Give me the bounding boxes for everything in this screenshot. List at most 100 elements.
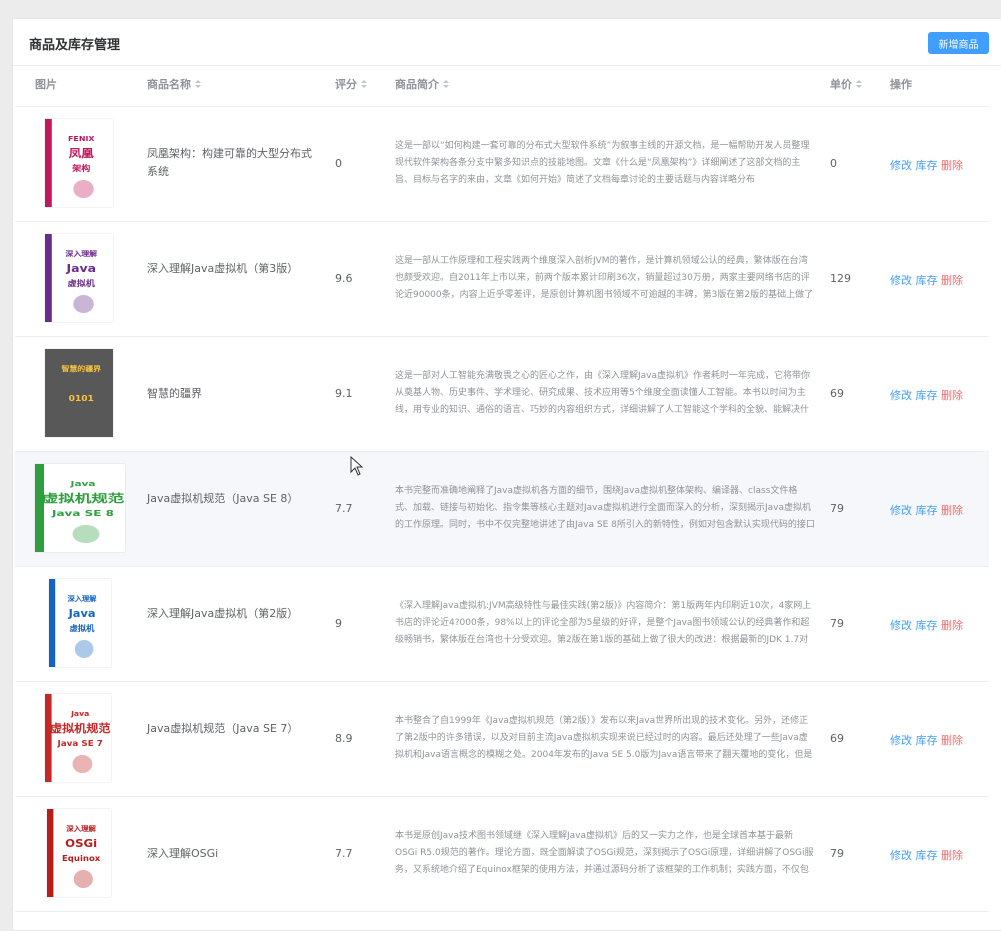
- column-header-image: 图片: [35, 78, 57, 91]
- delete-link[interactable]: 删除: [941, 389, 963, 402]
- table-row: Java 虚拟机规范 Java SE 8 Java虚拟机规范（Java SE 8） 7.…: [15, 452, 989, 567]
- book-cover-image: 深入理解 OSGi Equinox: [47, 809, 111, 897]
- table-row: 智慧的疆界 0101 智慧的疆界 9.1 这是一部对人工智能充满敬畏之心的匠心之作，由《…: [15, 337, 989, 452]
- cover-text: 虚拟机: [68, 278, 96, 289]
- column-header-ops: 操作: [890, 78, 912, 91]
- sort-icon[interactable]: [361, 80, 368, 90]
- cover-text: Java: [69, 481, 95, 489]
- row-actions: 修改 库存 删除: [890, 157, 963, 173]
- product-name: 凤凰架构：构建可靠的大型分布式系统: [147, 147, 312, 178]
- stock-link[interactable]: 库存: [916, 389, 938, 402]
- table-header: 图片 商品名称 评分 商品简介 单价 操作: [15, 63, 989, 107]
- delete-link[interactable]: 删除: [941, 734, 963, 747]
- stock-link[interactable]: 库存: [916, 849, 938, 862]
- cover-text: 智慧的疆界: [61, 364, 101, 373]
- stock-link[interactable]: 库存: [916, 159, 938, 172]
- book-cover-image: 深入理解 Java 虚拟机: [49, 579, 111, 667]
- product-description: 这是一部从工作原理和工程实践两个维度深入剖析JVM的著作，是计算机领域公认的经典…: [395, 256, 814, 300]
- product-description: 本书是原创Java技术图书领域继《深入理解Java虚拟机》后的又一实力之作，也是…: [395, 831, 814, 875]
- product-score: 9.6: [335, 272, 353, 285]
- product-price: 79: [830, 502, 844, 515]
- stock-link[interactable]: 库存: [916, 274, 938, 287]
- stock-link[interactable]: 库存: [916, 619, 938, 632]
- cover-text: 0101: [69, 394, 94, 403]
- edit-link[interactable]: 修改: [890, 389, 912, 402]
- sort-icon[interactable]: [443, 80, 450, 90]
- column-header-price-label: 单价: [830, 78, 852, 91]
- book-cover-image: Java 虚拟机规范 Java SE 8: [35, 464, 125, 552]
- delete-link[interactable]: 删除: [941, 504, 963, 517]
- row-actions: 修改 库存 删除: [890, 617, 963, 633]
- product-description: 《深入理解Java虚拟机:JVM高级特性与最佳实践(第2版)》内容简介：第1版两…: [395, 601, 812, 645]
- delete-link[interactable]: 删除: [941, 619, 963, 632]
- product-name: 深入理解Java虚拟机（第3版）: [147, 262, 299, 275]
- edit-link[interactable]: 修改: [890, 504, 912, 517]
- column-header-price[interactable]: 单价: [830, 76, 863, 92]
- sort-icon[interactable]: [856, 80, 863, 90]
- product-price: 79: [830, 847, 844, 860]
- cover-text: Java: [68, 607, 96, 620]
- product-price: 69: [830, 387, 844, 400]
- cover-text: Java SE 7: [56, 738, 103, 748]
- cover-text: Java SE 8: [51, 510, 114, 519]
- product-price: 79: [830, 617, 844, 630]
- cover-text: Java: [65, 262, 96, 275]
- product-price: 69: [830, 732, 844, 745]
- cover-text: 虚拟机规范: [42, 492, 124, 505]
- cover-text: 虚拟机规范: [50, 722, 111, 735]
- table-row: 深入理解 Java 虚拟机 深入理解Java虚拟机（第2版） 9 《深入理解Java虚拟机…: [15, 567, 989, 682]
- edit-link[interactable]: 修改: [890, 159, 912, 172]
- product-name: 深入理解OSGi: [147, 847, 219, 860]
- cover-text: Java: [70, 709, 89, 718]
- product-price: 0: [830, 157, 837, 170]
- edit-link[interactable]: 修改: [890, 619, 912, 632]
- cover-text: 虚拟机: [70, 623, 96, 633]
- product-price: 129: [830, 272, 851, 285]
- row-actions: 修改 库存 删除: [890, 272, 963, 288]
- product-name: Java虚拟机规范（Java SE 8）: [147, 492, 299, 505]
- product-name: 深入理解Java虚拟机（第2版）: [147, 607, 299, 620]
- edit-link[interactable]: 修改: [890, 734, 912, 747]
- delete-link[interactable]: 删除: [941, 274, 963, 287]
- product-score: 7.7: [335, 502, 353, 515]
- cover-text: 凤凰: [69, 147, 94, 160]
- product-score: 0: [335, 157, 342, 170]
- column-header-name[interactable]: 商品名称: [147, 76, 202, 92]
- book-cover-image: 深入理解 Java 虚拟机: [45, 234, 113, 322]
- table-row: FENIX 凤凰架构 凤凰架构：构建可靠的大型分布式系统 0 这是一部以“如何构建一套可…: [15, 107, 989, 222]
- column-header-score[interactable]: 评分: [335, 76, 368, 92]
- product-score: 7.7: [335, 847, 353, 860]
- card-header: 商品及库存管理 新增商品: [13, 19, 1001, 66]
- product-table: 图片 商品名称 评分 商品简介 单价 操作 FENIX 凤凰架构 凤凰架构：构建可靠…: [15, 63, 989, 912]
- row-actions: 修改 库存 删除: [890, 732, 963, 748]
- book-cover-image: FENIX 凤凰架构: [45, 119, 113, 207]
- product-score: 8.9: [335, 732, 353, 745]
- stock-link[interactable]: 库存: [916, 734, 938, 747]
- product-description: 这是一部以“如何构建一套可靠的分布式大型软件系统”为叙事主线的开源文档，是一幅帮…: [395, 141, 810, 185]
- column-header-desc-label: 商品简介: [395, 78, 439, 91]
- table-row: 深入理解 Java 虚拟机 深入理解Java虚拟机（第3版） 9.6 这是一部从工作原理和…: [15, 222, 989, 337]
- product-score: 9.1: [335, 387, 353, 400]
- book-cover-image: 智慧的疆界 0101: [45, 349, 113, 437]
- cover-text: 深入理解: [65, 249, 97, 258]
- add-product-button[interactable]: 新增商品: [928, 32, 989, 54]
- edit-link[interactable]: 修改: [890, 849, 912, 862]
- delete-link[interactable]: 删除: [941, 159, 963, 172]
- cover-text: 深入理解: [68, 594, 97, 603]
- row-actions: 修改 库存 删除: [890, 847, 963, 863]
- column-header-desc[interactable]: 商品简介: [395, 76, 450, 92]
- table-row: Java 虚拟机规范 Java SE 7 Java虚拟机规范（Java SE 7） 8.…: [15, 682, 989, 797]
- page-title: 商品及库存管理: [29, 38, 121, 53]
- table-body: FENIX 凤凰架构 凤凰架构：构建可靠的大型分布式系统 0 这是一部以“如何构建一套可…: [15, 107, 989, 912]
- edit-link[interactable]: 修改: [890, 274, 912, 287]
- stock-link[interactable]: 库存: [916, 504, 938, 517]
- mouse-cursor-icon: [350, 456, 364, 476]
- book-cover-image: Java 虚拟机规范 Java SE 7: [45, 694, 111, 782]
- cover-text: FENIX: [68, 134, 95, 142]
- delete-link[interactable]: 删除: [941, 849, 963, 862]
- column-header-name-label: 商品名称: [147, 78, 191, 91]
- product-description: 本书整合了自1999年《Java虚拟机规范（第2版）》发布以来Java世界所出现…: [395, 716, 813, 760]
- sort-icon[interactable]: [195, 80, 202, 90]
- cover-text: 深入理解: [66, 824, 97, 833]
- cover-text: 架构: [71, 163, 91, 174]
